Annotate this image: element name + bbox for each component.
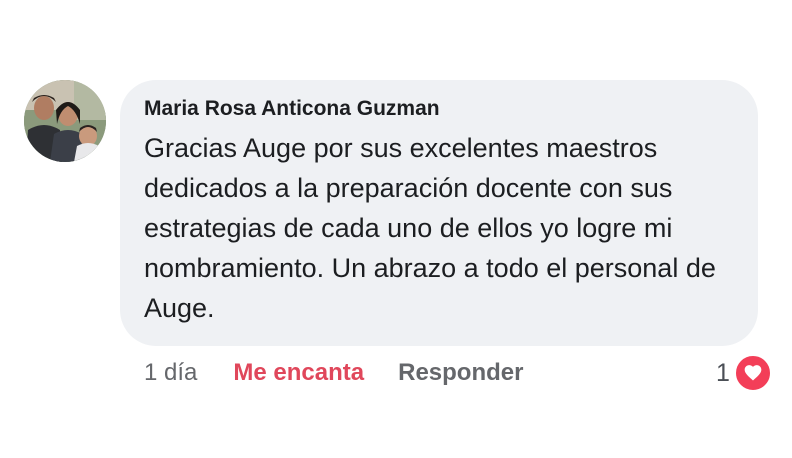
- reaction-summary[interactable]: 1: [716, 354, 772, 392]
- comment-timestamp[interactable]: 1 día: [144, 359, 197, 387]
- comment-author[interactable]: Maria Rosa Anticona Guzman: [144, 94, 734, 124]
- avatar-photo: [24, 80, 106, 162]
- comment-container: Maria Rosa Anticona Guzman Gracias Auge …: [0, 0, 792, 458]
- reaction-count: 1: [716, 358, 730, 387]
- comment-text: Gracias Auge por sus excelentes maestros…: [144, 133, 716, 323]
- reply-button[interactable]: Responder: [398, 359, 523, 387]
- comment-bubble: Maria Rosa Anticona Guzman Gracias Auge …: [120, 80, 758, 346]
- heart-icon: [733, 354, 772, 392]
- react-button[interactable]: Me encanta: [233, 359, 364, 387]
- comment-actions: 1 día Me encanta Responder: [144, 356, 523, 390]
- avatar[interactable]: [24, 80, 106, 162]
